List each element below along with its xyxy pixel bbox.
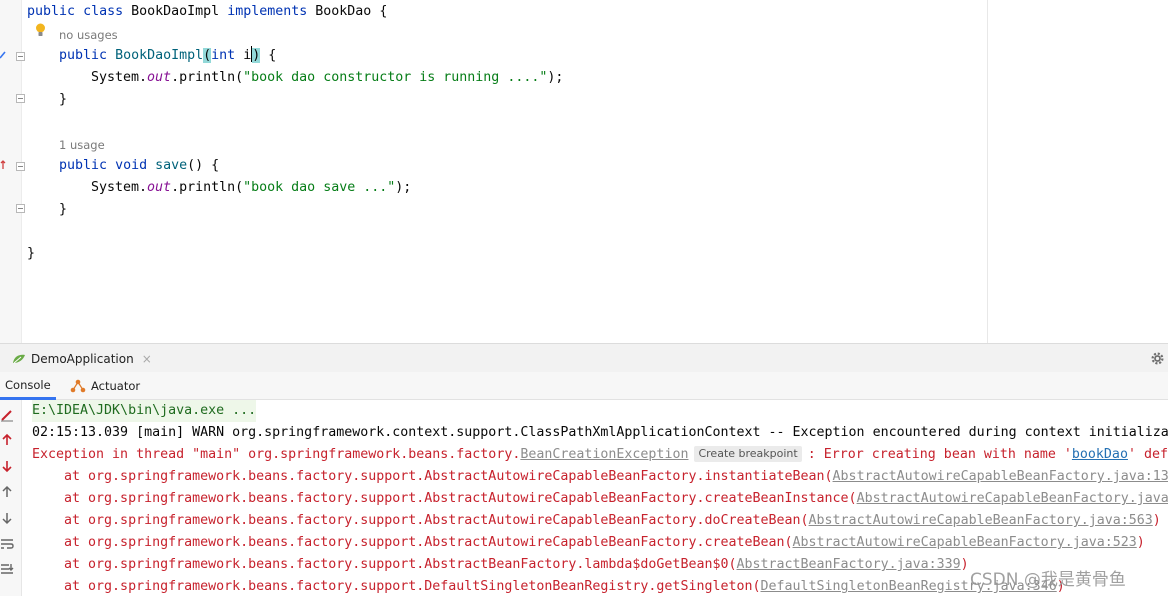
string-literal: "book dao constructor is running ...." (243, 70, 548, 85)
exception-class-link[interactable]: BeanCreationException (520, 447, 688, 462)
up-arrow-icon[interactable] (0, 485, 14, 499)
run-tool-window-header: DemoApplication × (0, 343, 1168, 372)
implement-marker-icon[interactable] (0, 50, 6, 60)
brace: { (260, 48, 277, 63)
brace: { (379, 4, 388, 19)
bean-name-link[interactable]: bookDao (1072, 447, 1128, 462)
keyword: public (59, 48, 108, 63)
static-field: out (147, 70, 172, 85)
fold-icon[interactable] (16, 204, 25, 213)
source-link[interactable]: AbstractAutowireCapableBeanFactory.java:… (793, 535, 1137, 550)
fold-icon[interactable] (16, 94, 25, 103)
code-editor[interactable]: public class BookDaoImpl implements Book… (0, 0, 1168, 343)
code-token: () { (187, 158, 220, 173)
run-subtabs: Console Actuator (0, 372, 1168, 400)
code-token: .println( (171, 180, 244, 195)
keyword: void (115, 158, 148, 173)
stack-frame-text: at org.springframework.beans.factory.sup… (32, 469, 833, 484)
param-name: i (243, 48, 252, 63)
source-link[interactable]: AbstractAutowireCapableBeanFactory.java (857, 491, 1168, 506)
code-line-println[interactable]: System.out.println("book dao save ..."); (91, 177, 411, 199)
static-field: out (147, 180, 172, 195)
stack-frame-text: at org.springframework.beans.factory.sup… (32, 557, 737, 572)
code-line-close-brace[interactable]: } (59, 89, 67, 111)
usage-hint[interactable]: 1 usage (59, 137, 105, 153)
stack-trace-line: at org.springframework.beans.factory.sup… (32, 466, 1168, 488)
code-token: System. (91, 70, 148, 85)
code-line-close-brace[interactable]: } (59, 199, 67, 221)
source-link[interactable]: AbstractBeanFactory.java:339 (736, 557, 960, 572)
tab-console[interactable]: Console (0, 372, 56, 400)
keyword: class (83, 4, 124, 19)
code-line-class-close[interactable]: } (27, 243, 35, 265)
keyword: implements (227, 4, 308, 19)
down-arrow-icon[interactable] (0, 459, 14, 473)
soft-wrap-icon[interactable] (0, 537, 14, 551)
method-name: save (155, 158, 188, 173)
editor-gutter[interactable] (0, 0, 25, 343)
run-config-icon (13, 354, 25, 364)
stack-frame-tail: ) (1152, 513, 1161, 528)
class-name: BookDaoImpl (131, 4, 220, 19)
tab-actuator-label: Actuator (91, 379, 141, 393)
console-toolbar (0, 400, 22, 596)
code-line-constructor[interactable]: public BookDaoImpl(int i) { (59, 45, 276, 67)
keyword: public (27, 4, 76, 19)
code-token: ); (395, 180, 412, 195)
string-literal: "book dao save ..." (243, 180, 396, 195)
method-name: BookDaoImpl (115, 48, 204, 63)
stack-frame-text: at org.springframework.beans.factory.sup… (32, 491, 857, 506)
right-margin-guide (987, 0, 988, 343)
code-line-class-decl[interactable]: public class BookDaoImpl implements Book… (27, 1, 387, 23)
source-link[interactable]: AbstractAutowireCapableBeanFactory.java:… (833, 469, 1168, 484)
interface-name: BookDao (315, 4, 372, 19)
exception-text: Exception in thread "main" org.springfra… (32, 447, 521, 462)
stack-trace-line: at org.springframework.beans.factory.sup… (32, 532, 1145, 554)
keyword: int (211, 48, 236, 63)
stack-frame-tail: ) (960, 557, 969, 572)
exception-text: : Error creating bean with name ' (807, 447, 1072, 462)
tab-actuator[interactable]: Actuator (70, 372, 140, 400)
stack-trace-line: at org.springframework.beans.factory.sup… (32, 510, 1161, 532)
stack-frame-tail: ) (1136, 535, 1145, 550)
run-config-label: DemoApplication (31, 352, 134, 366)
stack-trace-line: at org.springframework.beans.factory.sup… (32, 576, 1065, 596)
code-token: .println( (171, 70, 244, 85)
code-token: ); (547, 70, 564, 85)
console-warn-line: 02:15:13.039 [main] WARN org.springframe… (32, 425, 1168, 440)
stack-frame-text: at org.springframework.beans.factory.sup… (32, 513, 809, 528)
create-breakpoint-button[interactable]: Create breakpoint (694, 446, 802, 462)
paren-highlight: ( (203, 48, 212, 63)
console-exception-line: Exception in thread "main" org.springfra… (32, 444, 1168, 466)
down-arrow-icon[interactable] (0, 511, 14, 525)
gear-icon[interactable] (1150, 351, 1165, 366)
rerun-icon[interactable] (0, 408, 14, 422)
console-command-line[interactable]: E:\IDEA\JDK\bin\java.exe ... (32, 400, 257, 422)
code-line-save-method[interactable]: public void save() { (59, 155, 219, 177)
code-token: System. (91, 180, 148, 195)
keyword: public (59, 158, 108, 173)
stack-frame-text: at org.springframework.beans.factory.sup… (32, 579, 761, 594)
scroll-end-icon[interactable] (0, 562, 14, 576)
stack-trace-line: at org.springframework.beans.factory.sup… (32, 554, 969, 576)
source-link[interactable]: AbstractAutowireCapableBeanFactory.java:… (809, 513, 1153, 528)
exception-text: ' def (1127, 447, 1168, 462)
lightbulb-icon[interactable] (35, 23, 46, 37)
usage-hint[interactable]: no usages (59, 27, 118, 43)
fold-icon[interactable] (16, 162, 25, 171)
watermark: CSDN @我是黄骨鱼 (970, 570, 1126, 590)
fold-icon[interactable] (16, 52, 25, 61)
override-marker-icon[interactable] (0, 160, 6, 170)
up-arrow-icon[interactable] (0, 433, 14, 447)
code-line-println[interactable]: System.out.println("book dao constructor… (91, 67, 563, 89)
close-icon[interactable]: × (142, 349, 152, 369)
actuator-icon (70, 379, 86, 393)
tab-console-label: Console (5, 377, 51, 392)
run-config-tab[interactable]: DemoApplication × (12, 349, 152, 369)
stack-trace-line: at org.springframework.beans.factory.sup… (32, 488, 1168, 510)
stack-frame-text: at org.springframework.beans.factory.sup… (32, 535, 793, 550)
